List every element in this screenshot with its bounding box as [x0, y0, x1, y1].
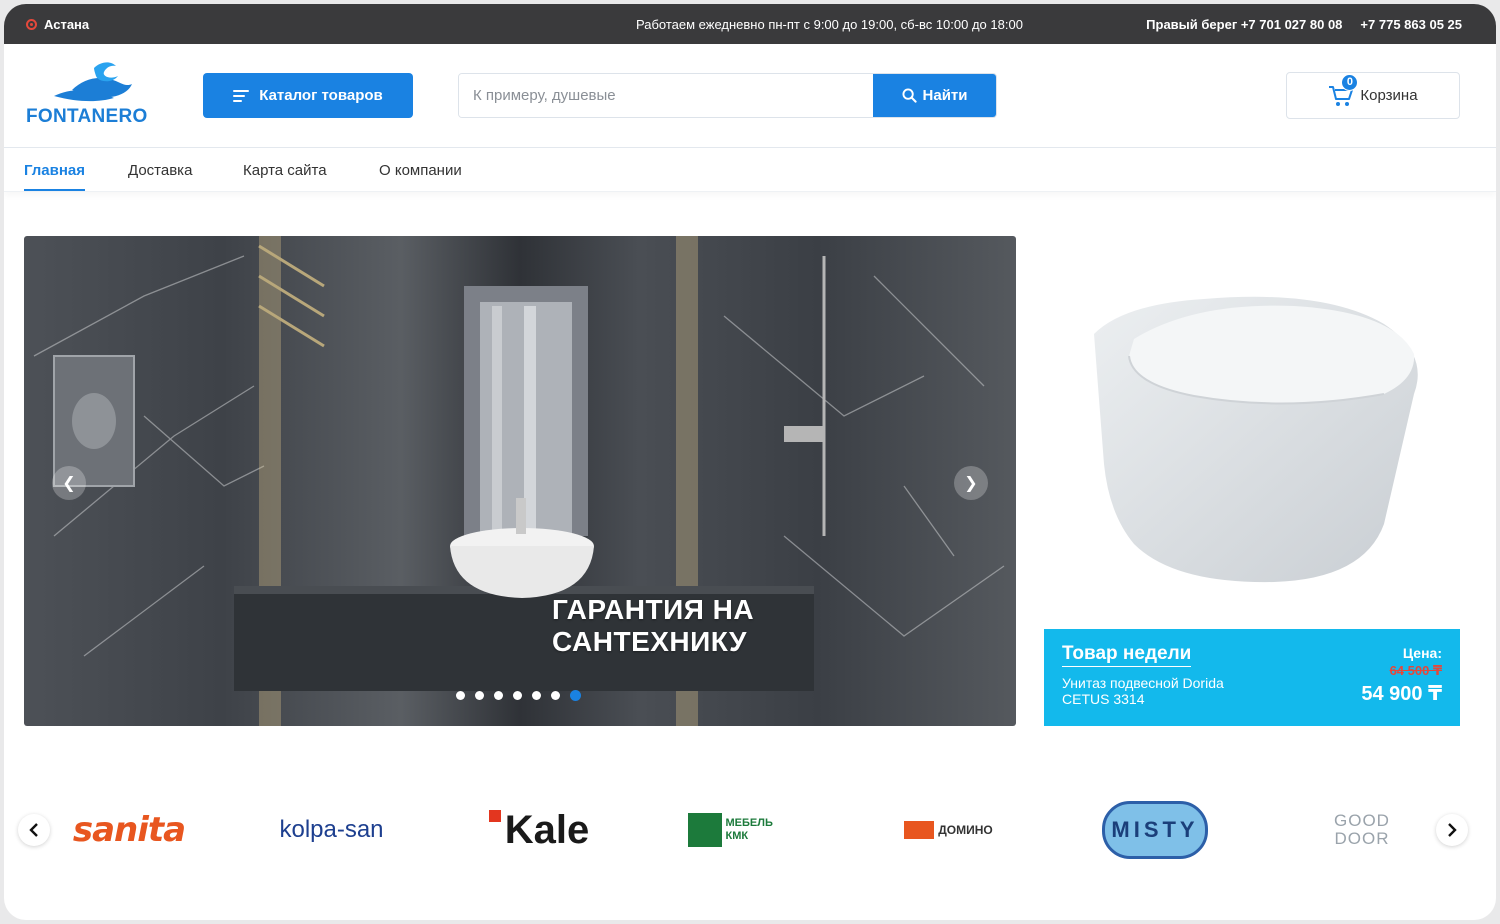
slider-dot[interactable]	[513, 691, 522, 700]
brand-good-door[interactable]: GOOD DOOR	[1322, 796, 1402, 864]
nav-item-delivery[interactable]: Доставка	[128, 162, 192, 179]
chevron-left-icon: ❮	[62, 475, 76, 492]
slider-dot[interactable]	[456, 691, 465, 700]
logo[interactable]: FONTANERO	[24, 56, 154, 128]
top-bar: Астана Работаем ежедневно пн-пт с 9:00 д…	[4, 4, 1496, 44]
catalog-button[interactable]: Каталог товаров	[203, 73, 413, 118]
phone-numbers: Правый берег +7 701 027 80 08 +7 775 863…	[1146, 17, 1462, 32]
slider-dot[interactable]	[532, 691, 541, 700]
kmk-emblem-icon	[687, 813, 722, 847]
brand-domino-logo: ДОМИНО	[938, 823, 993, 837]
search-icon	[901, 88, 917, 103]
brands-prev-arrow[interactable]	[18, 814, 50, 846]
cart-icon-wrap: 0	[1328, 73, 1359, 108]
phone-link-2[interactable]: +7 775 863 05 25	[1360, 17, 1462, 32]
brand-kale[interactable]: Kale	[479, 796, 599, 864]
search-button-label: Найти	[922, 87, 968, 104]
city-label: Астана	[44, 16, 90, 32]
page-frame: Астана Работаем ежедневно пн-пт с 9:00 д…	[4, 4, 1496, 920]
slider-dot[interactable]	[494, 691, 503, 700]
kale-square-icon	[488, 810, 501, 822]
location-pin-icon	[26, 18, 37, 30]
search-input[interactable]	[459, 74, 873, 117]
brand-sanita-logo: sanita	[72, 810, 186, 850]
brand-kolpa-san-logo: kolpa-san	[279, 816, 384, 843]
cart-count-badge: 0	[1341, 73, 1359, 91]
brand-misty[interactable]: MISTY	[1099, 796, 1211, 864]
slider-dot[interactable]	[475, 691, 484, 700]
slider-dot[interactable]	[551, 691, 560, 700]
chevron-right-icon: ❯	[964, 475, 978, 492]
main-nav: Главная Доставка Карта сайта О компании	[4, 148, 1496, 192]
nav-item-sitemap[interactable]: Карта сайта	[243, 162, 327, 179]
bathroom-image	[33, 236, 1005, 726]
brand-good-door-logo: GOOD DOOR	[1334, 811, 1390, 848]
header: FONTANERO Каталог товаров Найти	[4, 44, 1496, 148]
hero-prev-arrow[interactable]: ❮	[52, 466, 86, 500]
product-image[interactable]	[1084, 284, 1424, 584]
city-selector[interactable]: Астана	[26, 17, 89, 32]
product-price-block: Цена: 64 500 ₸ 54 900 ₸	[1361, 645, 1442, 706]
brand-domino[interactable]: ДОМИНО	[896, 796, 1001, 864]
brand-kmk-logo: МЕБЕЛЬ КМК	[725, 817, 773, 842]
new-price: 54 900 ₸	[1361, 683, 1442, 705]
brand-sanita[interactable]: sanita	[64, 796, 194, 864]
cart-button[interactable]: 0 Корзина	[1286, 72, 1460, 119]
nav-item-about[interactable]: О компании	[379, 162, 462, 179]
catalog-button-label: Каталог товаров	[259, 87, 383, 104]
phone-link-1[interactable]: Правый берег +7 701 027 80 08	[1146, 17, 1342, 32]
hero-slider[interactable]: ❮ ❯ ГАРАНТИЯ НА САНТЕХНИКУ	[24, 236, 1016, 726]
product-name: Унитаз подвесной Dorida CETUS 3314	[1062, 675, 1224, 707]
brand-kmk[interactable]: МЕБЕЛЬ КМК	[684, 796, 799, 864]
brands-next-arrow[interactable]	[1436, 814, 1468, 846]
slider-dots	[456, 690, 581, 701]
chevron-right-icon	[1448, 823, 1457, 837]
price-label: Цена:	[1402, 645, 1442, 661]
menu-icon	[233, 89, 250, 102]
product-of-week-card[interactable]: Товар недели Унитаз подвесной Dorida CET…	[1044, 629, 1460, 726]
domino-emblem-icon	[904, 821, 935, 839]
nav-item-home[interactable]: Главная	[24, 162, 86, 191]
search-button[interactable]: Найти	[873, 74, 996, 117]
brand-kolpa-san[interactable]: kolpa-san	[269, 796, 394, 864]
slider-dot-active[interactable]	[570, 690, 581, 701]
old-price: 64 500 ₸	[1389, 663, 1442, 678]
logo-wave-icon	[54, 62, 132, 102]
hero-title: ГАРАНТИЯ НА САНТЕХНИКУ	[552, 594, 755, 657]
working-hours: Работаем ежедневно пн-пт с 9:00 до 19:00…	[636, 16, 1023, 32]
product-of-week-label: Товар недели	[1062, 643, 1192, 667]
brands-carousel: sanita kolpa-san Kale МЕБЕЛЬ КМК ДОМИНО …	[4, 774, 1496, 884]
chevron-left-icon	[29, 823, 38, 837]
brand-kale-logo: Kale	[504, 807, 590, 852]
logo-text: FONTANERO	[26, 106, 148, 127]
hero-next-arrow[interactable]: ❯	[954, 466, 988, 500]
cart-label: Корзина	[1360, 87, 1418, 104]
brand-misty-logo: MISTY	[1102, 801, 1208, 859]
search-bar: Найти	[458, 73, 997, 118]
